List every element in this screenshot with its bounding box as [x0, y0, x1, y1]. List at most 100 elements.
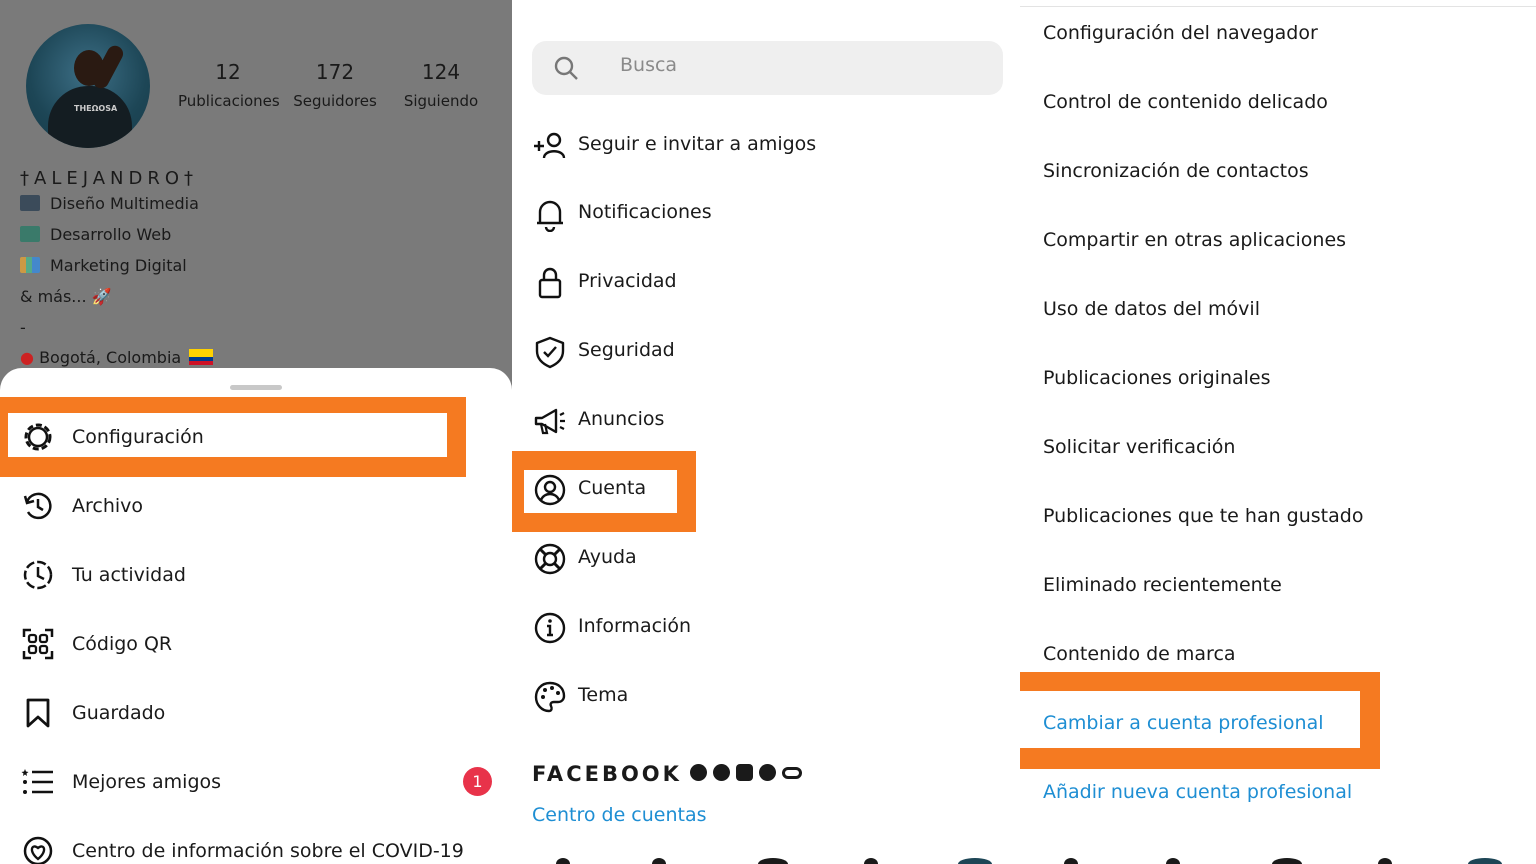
- nav-shop-icon[interactable]: [864, 858, 878, 864]
- colombia-flag-icon: [189, 349, 214, 365]
- posts-count: 12: [215, 60, 241, 84]
- settings-item-label: Información: [578, 615, 691, 637]
- nav-profile-avatar[interactable]: [958, 858, 992, 864]
- info-icon: [534, 612, 566, 644]
- settings-item-informacion[interactable]: Información: [512, 603, 1020, 653]
- followers-label: Seguidores: [293, 92, 377, 110]
- accounts-center-link[interactable]: Centro de cuentas: [532, 804, 707, 826]
- settings-item-seguridad[interactable]: Seguridad: [512, 327, 1020, 377]
- account-item[interactable]: Publicaciones que te han gustado: [1043, 505, 1363, 527]
- activity-icon: [23, 560, 53, 590]
- account-item[interactable]: Configuración del navegador: [1043, 22, 1318, 44]
- divider: [1020, 6, 1536, 7]
- gear-icon: [24, 423, 52, 451]
- menu-item-covid[interactable]: Centro de información sobre el COVID-19: [0, 826, 512, 864]
- nav-search-icon[interactable]: [652, 858, 666, 864]
- menu-item-label: Guardado: [72, 702, 166, 724]
- account-item[interactable]: Uso de datos del móvil: [1043, 298, 1260, 320]
- account-item[interactable]: Solicitar verificación: [1043, 436, 1235, 458]
- account-item[interactable]: Eliminado recientemente: [1043, 574, 1282, 596]
- computer-icon: [20, 195, 40, 211]
- notification-badge: 1: [463, 767, 492, 796]
- settings-item-label: Seguir e invitar a amigos: [578, 133, 817, 155]
- settings-item-tema[interactable]: Tema: [512, 672, 1020, 722]
- covid-icon: [23, 836, 53, 864]
- shield-icon: [535, 336, 565, 369]
- settings-item-label: Seguridad: [578, 339, 675, 361]
- whatsapp-icon: [759, 764, 776, 781]
- menu-item-configuracion[interactable]: Configuración: [0, 412, 512, 462]
- following-count: 124: [421, 60, 461, 84]
- followers-count: 172: [315, 60, 355, 84]
- settings-item-label: Cuenta: [578, 477, 647, 499]
- close-friends-icon: [21, 769, 53, 794]
- menu-item-tu-actividad[interactable]: Tu actividad: [0, 550, 512, 600]
- profile-name: †ALEJANDRO†: [20, 168, 199, 189]
- menu-item-codigo-qr[interactable]: Código QR: [0, 619, 512, 669]
- menu-item-mejores-amigos[interactable]: Mejores amigos: [0, 757, 512, 807]
- switch-to-professional-link[interactable]: Cambiar a cuenta profesional: [1043, 712, 1324, 734]
- nav-home-icon[interactable]: [556, 858, 570, 864]
- account-item[interactable]: Control de contenido delicado: [1043, 91, 1328, 113]
- settings-item-seguir[interactable]: Seguir e invitar a amigos: [512, 121, 1020, 171]
- sheet-handle[interactable]: [230, 385, 282, 390]
- messenger-icon: [713, 764, 730, 781]
- settings-item-anuncios[interactable]: Anuncios: [512, 396, 1020, 446]
- nav-reels-icon[interactable]: [758, 858, 788, 864]
- nav-profile-avatar[interactable]: [1468, 858, 1502, 864]
- portal-icon: [782, 767, 802, 779]
- lock-icon: [538, 267, 562, 299]
- bookmark-icon: [26, 698, 50, 728]
- menu-item-label: Configuración: [72, 426, 204, 448]
- settings-item-ayuda[interactable]: Ayuda: [512, 534, 1020, 584]
- add-user-icon: [534, 132, 566, 159]
- location-line: ● Bogotá, Colombia: [20, 348, 214, 367]
- search-input[interactable]: Busca: [620, 54, 677, 76]
- nav-reels-icon[interactable]: [1272, 858, 1302, 864]
- account-item[interactable]: Contenido de marca: [1043, 643, 1236, 665]
- menu-item-label: Mejores amigos: [72, 771, 222, 793]
- developer-icon: [20, 226, 40, 242]
- following-label: Siguiendo: [403, 92, 479, 110]
- account-icon: [534, 474, 566, 506]
- megaphone-icon: [534, 408, 565, 435]
- settings-item-label: Anuncios: [578, 408, 665, 430]
- help-icon: [534, 543, 566, 575]
- archive-icon: [23, 492, 52, 520]
- chart-icon: [20, 257, 40, 273]
- settings-item-cuenta[interactable]: Cuenta: [512, 465, 1020, 515]
- nav-search-icon[interactable]: [1166, 858, 1180, 864]
- instagram-icon: [736, 764, 753, 781]
- followers-stat[interactable]: 172 Seguidores: [290, 60, 380, 112]
- account-item[interactable]: Sincronización de contactos: [1043, 160, 1309, 182]
- settings-item-privacidad[interactable]: Privacidad: [512, 258, 1020, 308]
- bell-icon: [537, 200, 563, 232]
- posts-stat[interactable]: 12 Publicaciones: [178, 60, 280, 112]
- settings-item-label: Notificaciones: [578, 201, 712, 223]
- nav-shop-icon[interactable]: [1378, 858, 1392, 864]
- settings-item-notificaciones[interactable]: Notificaciones: [512, 189, 1020, 239]
- search-bar[interactable]: Busca: [532, 41, 1003, 95]
- account-item[interactable]: Publicaciones originales: [1043, 367, 1271, 389]
- account-item[interactable]: Compartir en otras aplicaciones: [1043, 229, 1346, 251]
- add-professional-account-link[interactable]: Añadir nueva cuenta profesional: [1043, 781, 1352, 803]
- qr-icon: [22, 628, 54, 660]
- settings-panel: Busca Seguir e invitar a amigos Notifica…: [512, 0, 1020, 864]
- palette-icon: [534, 681, 566, 713]
- settings-item-label: Privacidad: [578, 270, 677, 292]
- following-stat[interactable]: 124 Siguiendo: [398, 60, 484, 112]
- posts-label: Publicaciones: [178, 92, 280, 110]
- bio-line: Desarrollo Web: [20, 225, 171, 244]
- menu-item-archivo[interactable]: Archivo: [0, 481, 512, 531]
- menu-item-label: Centro de información sobre el COVID-19: [72, 840, 464, 862]
- bio-line: & más... 🚀: [20, 287, 112, 306]
- settings-item-label: Tema: [578, 684, 629, 706]
- menu-item-label: Tu actividad: [72, 564, 186, 586]
- profile-panel: THEΩOSA 12 Publicaciones 172 Seguidores …: [0, 0, 512, 864]
- facebook-icon: [690, 764, 707, 781]
- bio-line: Marketing Digital: [20, 256, 187, 275]
- search-icon: [554, 56, 578, 80]
- avatar[interactable]: THEΩOSA: [26, 24, 150, 148]
- nav-home-icon[interactable]: [1064, 858, 1078, 864]
- menu-item-guardado[interactable]: Guardado: [0, 688, 512, 738]
